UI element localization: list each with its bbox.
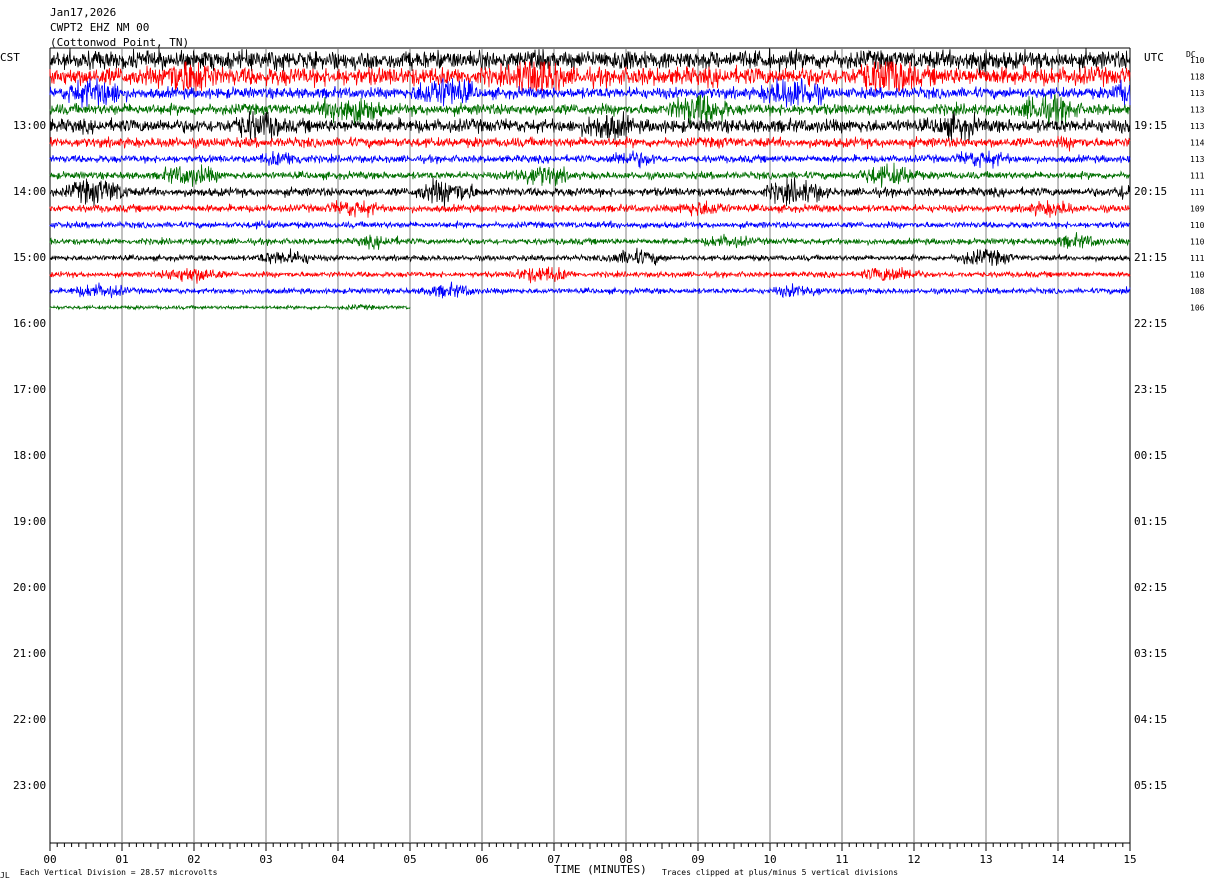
right-hour-label: 19:15 — [1134, 119, 1167, 132]
clip-note: Traces clipped at plus/minus 5 vertical … — [662, 868, 898, 877]
right-hour-label: 05:15 — [1134, 779, 1167, 792]
x-tick-label: 15 — [1123, 853, 1136, 866]
left-hour-label: 22:00 — [13, 713, 46, 726]
seismic-traces — [49, 48, 1131, 311]
trace-row-15 — [49, 281, 1131, 299]
dc-label: 110 — [1190, 271, 1205, 280]
x-tick-label: 05 — [403, 853, 416, 866]
trace-row-13 — [49, 247, 1131, 266]
right-timezone-label: UTC — [1144, 51, 1164, 64]
left-hour-labels: 13:00 14:00 15:00 16:00 17:00 18:00 19:00 20:00… — [13, 119, 46, 792]
dc-label: 111 — [1190, 172, 1205, 181]
x-tick-label: 13 — [979, 853, 992, 866]
header-station: CWPT2 EHZ NM 00 — [50, 21, 149, 34]
corner-mark: JL — [0, 871, 10, 880]
dc-label: 113 — [1190, 89, 1205, 98]
x-tick-label: 04 — [331, 853, 345, 866]
left-hour-label: 15:00 — [13, 251, 46, 264]
left-hour-label: 21:00 — [13, 647, 46, 660]
left-hour-label: 19:00 — [13, 515, 46, 528]
trace-row-14 — [49, 266, 1131, 284]
x-axis-title: TIME (MINUTES) — [554, 863, 647, 876]
x-tick-label: 02 — [187, 853, 200, 866]
dc-label: 113 — [1190, 106, 1205, 115]
minute-gridlines — [121, 49, 1059, 843]
left-hour-label: 17:00 — [13, 383, 46, 396]
dc-label: 111 — [1190, 188, 1205, 197]
x-tick-label: 12 — [907, 853, 920, 866]
trace-row-7 — [49, 150, 1131, 169]
trace-row-9 — [49, 177, 1130, 207]
right-hour-label: 02:15 — [1134, 581, 1167, 594]
left-hour-label: 23:00 — [13, 779, 46, 792]
x-tick-label: 10 — [763, 853, 776, 866]
dc-label: 111 — [1190, 254, 1205, 263]
x-tick-label: 01 — [115, 853, 128, 866]
right-hour-label: 21:15 — [1134, 251, 1167, 264]
left-hour-label: 18:00 — [13, 449, 46, 462]
dc-label: 113 — [1190, 122, 1205, 131]
left-timezone-label: CST — [0, 51, 20, 64]
dc-label: 110 — [1190, 56, 1205, 65]
trace-row-3 — [49, 78, 1131, 108]
trace-row-10 — [49, 200, 1131, 218]
right-hour-label: 00:15 — [1134, 449, 1167, 462]
x-tick-label: 00 — [43, 853, 56, 866]
right-hour-label: 23:15 — [1134, 383, 1167, 396]
trace-row-4 — [49, 93, 1131, 125]
dc-label: 110 — [1190, 221, 1205, 230]
trace-row-16 — [49, 303, 411, 311]
right-hour-label: 22:15 — [1134, 317, 1167, 330]
trace-row-8 — [49, 162, 1131, 188]
dc-label: 113 — [1190, 155, 1205, 164]
x-tick-label: 14 — [1051, 853, 1065, 866]
right-hour-label: 03:15 — [1134, 647, 1167, 660]
right-hour-label: 04:15 — [1134, 713, 1167, 726]
right-hour-labels: 19:15 20:15 21:15 22:15 23:15 00:15 01:15 02:15… — [1134, 119, 1167, 792]
right-hour-label: 01:15 — [1134, 515, 1167, 528]
left-hour-label: 20:00 — [13, 581, 46, 594]
helicorder-plot: Jan17,2026 CWPT2 EHZ NM 00 (Cottonwod Po… — [0, 6, 1205, 880]
x-tick-label: 03 — [259, 853, 272, 866]
dc-label: 108 — [1190, 287, 1205, 296]
left-hour-label: 14:00 — [13, 185, 46, 198]
right-hour-label: 20:15 — [1134, 185, 1167, 198]
dc-label: 109 — [1190, 205, 1205, 214]
x-axis-ticks — [49, 843, 1131, 851]
x-tick-label: 09 — [691, 853, 704, 866]
trace-row-5 — [49, 111, 1131, 141]
trace-row-11 — [49, 219, 1130, 230]
scale-note: Each Vertical Division = 28.57 microvolt… — [20, 868, 218, 877]
header-location: (Cottonwod Point, TN) — [50, 36, 189, 49]
dc-offset-labels: 110 118 113 113 113 114 113 111 111 109 110 110 111 1… — [1190, 56, 1205, 313]
dc-label: 114 — [1190, 139, 1205, 148]
dc-label: 106 — [1190, 304, 1205, 313]
header-date: Jan17,2026 — [50, 6, 116, 19]
trace-row-6 — [49, 135, 1131, 152]
x-tick-label: 06 — [475, 853, 488, 866]
dc-label: 118 — [1190, 73, 1205, 82]
dc-label: 110 — [1190, 238, 1205, 247]
trace-row-12 — [49, 232, 1131, 250]
x-tick-label: 11 — [835, 853, 848, 866]
left-hour-label: 13:00 — [13, 119, 46, 132]
left-hour-label: 16:00 — [13, 317, 46, 330]
